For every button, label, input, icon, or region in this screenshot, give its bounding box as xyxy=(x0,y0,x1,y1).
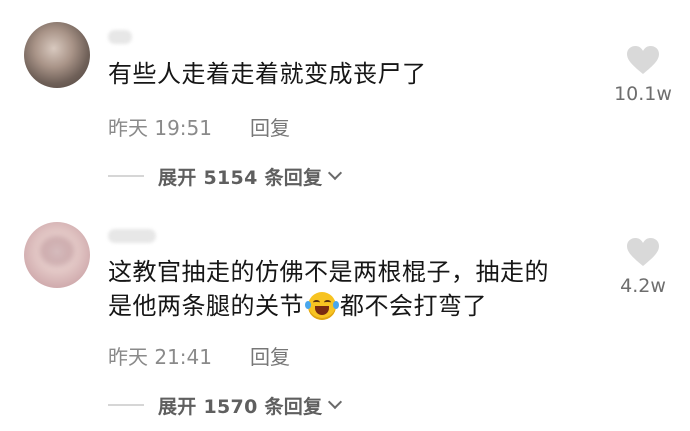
comment-text-line: 是他两条腿的关节 都不会打弯了 xyxy=(108,292,487,320)
comment-time: 昨天 21:41 xyxy=(108,345,212,369)
comment-meta: 昨天 19:51 回复 xyxy=(108,112,290,141)
expand-replies-label: 展开 1570 条回复 xyxy=(158,395,323,418)
reply-button[interactable]: 回复 xyxy=(250,345,290,369)
username-blurred[interactable] xyxy=(108,229,156,243)
like-button[interactable]: 4.2w xyxy=(598,237,688,297)
heart-icon xyxy=(627,238,659,266)
username-blurred[interactable] xyxy=(108,30,132,44)
laughing-crying-emoji-icon xyxy=(305,292,339,320)
expand-replies-button[interactable]: 展开 1570 条回复 xyxy=(108,391,343,419)
heart-icon xyxy=(627,46,659,74)
comment-time: 昨天 19:51 xyxy=(108,116,212,140)
avatar[interactable] xyxy=(24,22,90,88)
expand-replies-button[interactable]: 展开 5154 条回复 xyxy=(108,162,343,190)
like-count: 4.2w xyxy=(620,275,666,297)
chevron-down-icon xyxy=(328,165,343,181)
divider-dash xyxy=(108,404,144,406)
like-count: 10.1w xyxy=(614,83,672,105)
comment-text: 有些人走着走着就变成丧尸了 xyxy=(108,60,427,88)
chevron-down-icon xyxy=(328,394,343,410)
avatar[interactable] xyxy=(24,222,90,288)
like-button[interactable]: 10.1w xyxy=(598,45,688,105)
comment-text-line: 这教官抽走的仿佛不是两根棍子，抽走的 xyxy=(108,258,549,286)
divider-dash xyxy=(108,175,144,177)
comment-meta: 昨天 21:41 回复 xyxy=(108,341,290,370)
comment-text: 这教官抽走的仿佛不是两根棍子，抽走的 是他两条腿的关节 都不会打弯了 xyxy=(108,255,549,323)
expand-replies-label: 展开 5154 条回复 xyxy=(158,166,323,189)
reply-button[interactable]: 回复 xyxy=(250,116,290,140)
